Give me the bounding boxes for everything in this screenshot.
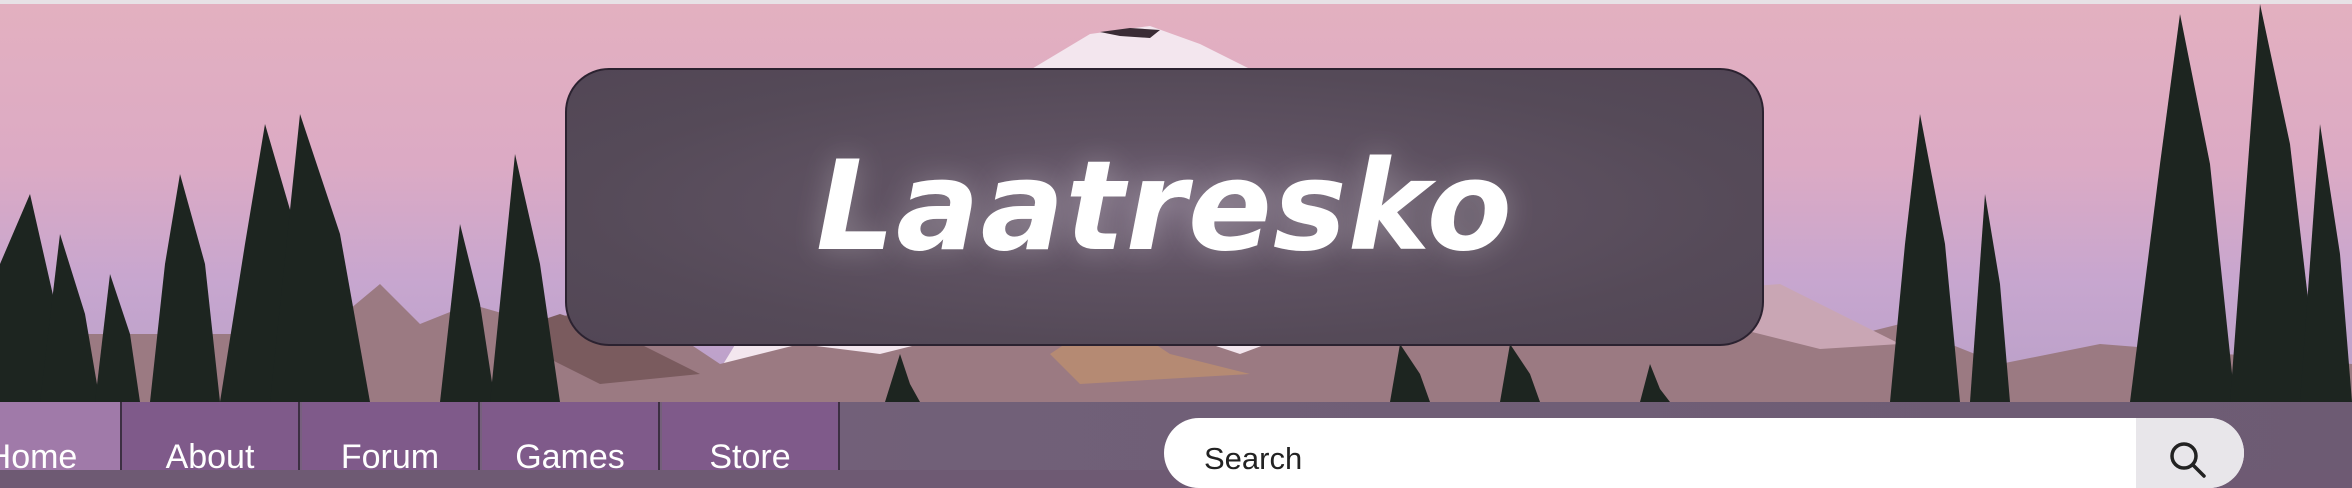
search-icon (2170, 442, 2206, 478)
nav-item-forum[interactable]: Forum (302, 402, 480, 476)
search-placeholder: Search (1204, 441, 1303, 476)
search-button[interactable] (2136, 418, 2244, 488)
nav-item-games[interactable]: Games (482, 402, 660, 476)
search-input[interactable]: Search (1164, 418, 2244, 488)
nav-item-store[interactable]: Store (662, 402, 840, 476)
header-banner: Laatresko (0, 4, 2352, 402)
site-title[interactable]: Laatresko (816, 135, 1513, 279)
site-title-box: Laatresko (565, 68, 1764, 346)
nav-item-about[interactable]: About (122, 402, 300, 476)
nav-item-home[interactable]: Home (0, 402, 122, 476)
